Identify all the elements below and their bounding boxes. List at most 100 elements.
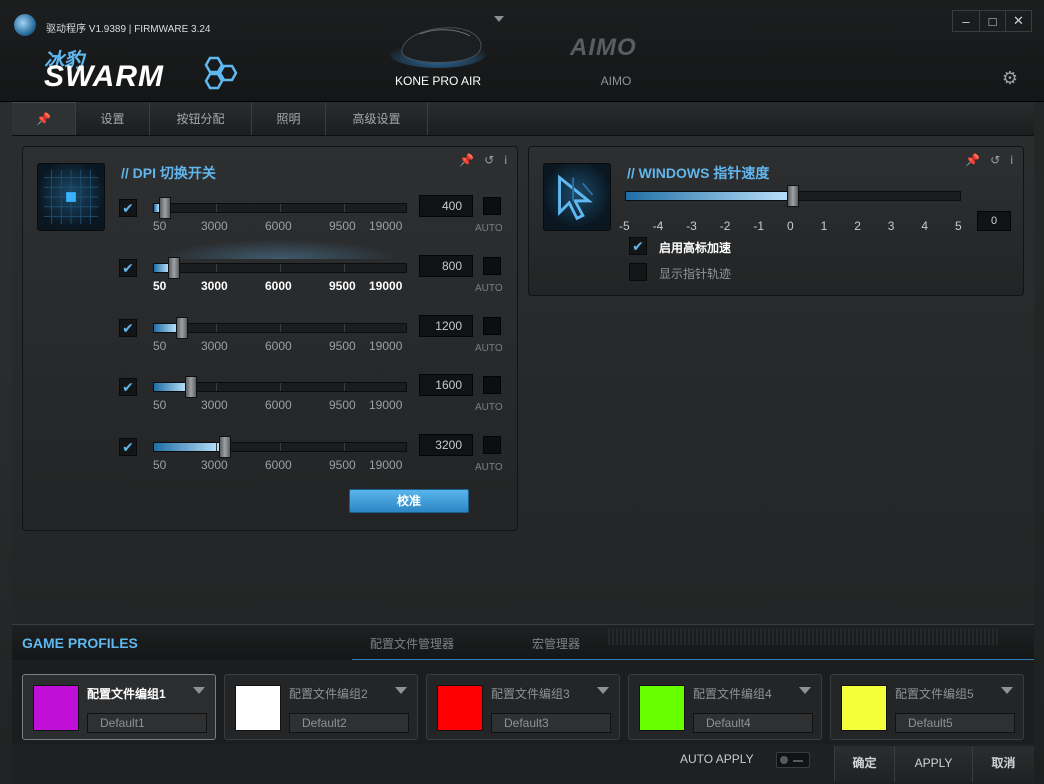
minimize-button[interactable]: – xyxy=(953,11,979,31)
enhance-pointer-precision-checkbox[interactable]: ✔ xyxy=(629,237,647,255)
dpi-slider[interactable] xyxy=(153,436,407,458)
maximize-button[interactable]: □ xyxy=(979,11,1005,31)
device-tab-aimo[interactable]: AIMO AIMO xyxy=(546,16,686,96)
profile-color-swatch[interactable] xyxy=(235,685,281,731)
dpi-level-row: ✔ 50 3000 6000 9500 19000 1600 AUTO xyxy=(119,374,519,430)
dpi-value-input[interactable]: 1200 xyxy=(419,315,473,337)
profile-color-swatch[interactable] xyxy=(639,685,685,731)
aimo-logo: AIMO xyxy=(570,34,637,61)
profile-default-field[interactable]: Default1 xyxy=(87,713,207,733)
scale-label: 9500 xyxy=(329,219,356,233)
dpi-scale: 50 3000 6000 9500 19000 xyxy=(153,279,409,293)
slider-thumb[interactable] xyxy=(175,317,188,339)
profile-default-field[interactable]: Default3 xyxy=(491,713,611,733)
chevron-down-icon[interactable] xyxy=(1001,687,1013,694)
slider-tick xyxy=(344,324,345,332)
profile-default-field[interactable]: Default5 xyxy=(895,713,1015,733)
chevron-down-icon[interactable] xyxy=(597,687,609,694)
cancel-button[interactable]: 取消 xyxy=(972,746,1034,782)
tab-macro-manager[interactable]: 宏管理器 xyxy=(532,635,580,652)
slider-thumb[interactable] xyxy=(158,197,171,219)
calibrate-button[interactable]: 校准 xyxy=(349,489,469,513)
tab-settings[interactable]: 设置 xyxy=(76,102,150,135)
pointer-trails-checkbox[interactable] xyxy=(629,263,647,281)
profile-slot[interactable]: 配置文件编组5 Default5 xyxy=(830,674,1024,740)
profile-name: 配置文件编组1 xyxy=(87,687,166,701)
profile-slot[interactable]: 配置文件编组2 Default2 xyxy=(224,674,418,740)
pointer-speed-icon xyxy=(543,163,611,231)
device-tab-kone-pro-air[interactable]: KONE PRO AIR xyxy=(368,16,508,96)
ok-button[interactable]: 确定 xyxy=(834,746,894,782)
auto-checkbox[interactable] xyxy=(483,376,501,394)
hexagon-logo-icon xyxy=(200,56,240,92)
chevron-down-icon[interactable] xyxy=(193,687,205,694)
tab-button-assignment[interactable]: 按钮分配 xyxy=(150,102,252,135)
tab-game-profiles[interactable]: GAME PROFILES xyxy=(22,635,138,651)
dpi-value-input[interactable]: 1600 xyxy=(419,374,473,396)
profile-slot[interactable]: 配置文件编组1 Default1 xyxy=(22,674,216,740)
chevron-down-icon[interactable] xyxy=(799,687,811,694)
profile-slot[interactable]: 配置文件编组4 Default4 xyxy=(628,674,822,740)
dpi-slider[interactable] xyxy=(153,257,407,279)
tab-pinned[interactable]: 📌 xyxy=(12,102,76,135)
profile-color-swatch[interactable] xyxy=(841,685,887,731)
auto-checkbox[interactable] xyxy=(483,436,501,454)
auto-checkbox[interactable] xyxy=(483,317,501,335)
pointer-trails-option[interactable]: 显示指针轨迹 xyxy=(629,263,929,283)
scale-label: 19000 xyxy=(369,339,403,353)
dpi-level-checkbox[interactable]: ✔ xyxy=(119,319,137,337)
tab-advanced-settings[interactable]: 高级设置 xyxy=(326,102,428,135)
dpi-value-input[interactable]: 400 xyxy=(419,195,473,217)
profile-default-field[interactable]: Default2 xyxy=(289,713,409,733)
gear-icon[interactable]: ⚙ xyxy=(1002,68,1018,89)
scale-label: 19000 xyxy=(369,458,403,472)
dpi-value-input[interactable]: 800 xyxy=(419,255,473,277)
pin-icon[interactable]: 📌 xyxy=(459,153,474,167)
dpi-slider[interactable] xyxy=(153,376,407,398)
tab-profile-manager[interactable]: 配置文件管理器 xyxy=(370,635,454,652)
pointer-speed-scale: -5 -4 -3 -2 -1 0 1 2 3 4 5 xyxy=(619,219,965,233)
tab-lighting[interactable]: 照明 xyxy=(252,102,326,135)
profile-default-field[interactable]: Default4 xyxy=(693,713,813,733)
dpi-level-checkbox[interactable]: ✔ xyxy=(119,378,137,396)
undo-icon[interactable]: ↺ xyxy=(990,153,1000,167)
pointer-speed-value[interactable]: 0 xyxy=(977,211,1011,231)
dpi-scale: 50 3000 6000 9500 19000 xyxy=(153,458,409,472)
pin-icon[interactable]: 📌 xyxy=(965,153,980,167)
scale-label: 3000 xyxy=(201,219,228,233)
info-icon[interactable]: i xyxy=(1010,153,1013,167)
brand-logo: 冰豹 SWARM xyxy=(44,44,244,94)
dpi-level-checkbox[interactable]: ✔ xyxy=(119,199,137,217)
scale-label: 50 xyxy=(153,339,167,353)
slider-thumb[interactable] xyxy=(185,376,198,398)
info-icon[interactable]: i xyxy=(504,153,507,167)
chevron-down-icon[interactable] xyxy=(395,687,407,694)
speed-scale-label: 2 xyxy=(854,219,861,233)
dpi-slider[interactable] xyxy=(153,197,407,219)
auto-apply-toggle[interactable] xyxy=(776,752,810,768)
slider-thumb[interactable] xyxy=(168,257,181,279)
auto-checkbox[interactable] xyxy=(483,257,501,275)
undo-icon[interactable]: ↺ xyxy=(484,153,494,167)
speed-scale-label: 4 xyxy=(921,219,929,233)
scale-label: 6000 xyxy=(265,219,292,233)
speed-scale-label: 0 xyxy=(787,219,794,233)
device-dropdown-chevron-icon[interactable] xyxy=(494,16,504,22)
profile-slot[interactable]: 配置文件编组3 Default3 xyxy=(426,674,620,740)
dpi-value-input[interactable]: 3200 xyxy=(419,434,473,456)
enhance-pointer-precision-option[interactable]: ✔ 启用高标加速 xyxy=(629,237,929,257)
dpi-slider[interactable] xyxy=(153,317,407,339)
slider-thumb[interactable] xyxy=(787,185,799,207)
dpi-level-checkbox[interactable]: ✔ xyxy=(119,259,137,277)
auto-checkbox[interactable] xyxy=(483,197,501,215)
close-button[interactable]: ✕ xyxy=(1005,11,1031,31)
slider-thumb[interactable] xyxy=(218,436,231,458)
scale-label: 3000 xyxy=(201,458,228,472)
apply-button[interactable]: APPLY xyxy=(894,746,972,782)
dpi-level-checkbox[interactable]: ✔ xyxy=(119,438,137,456)
profile-color-swatch[interactable] xyxy=(33,685,79,731)
panel-tools: 📌 ↺ i xyxy=(965,153,1013,167)
profile-color-swatch[interactable] xyxy=(437,685,483,731)
auto-label: AUTO xyxy=(475,462,503,473)
pointer-speed-slider[interactable] xyxy=(625,185,961,207)
